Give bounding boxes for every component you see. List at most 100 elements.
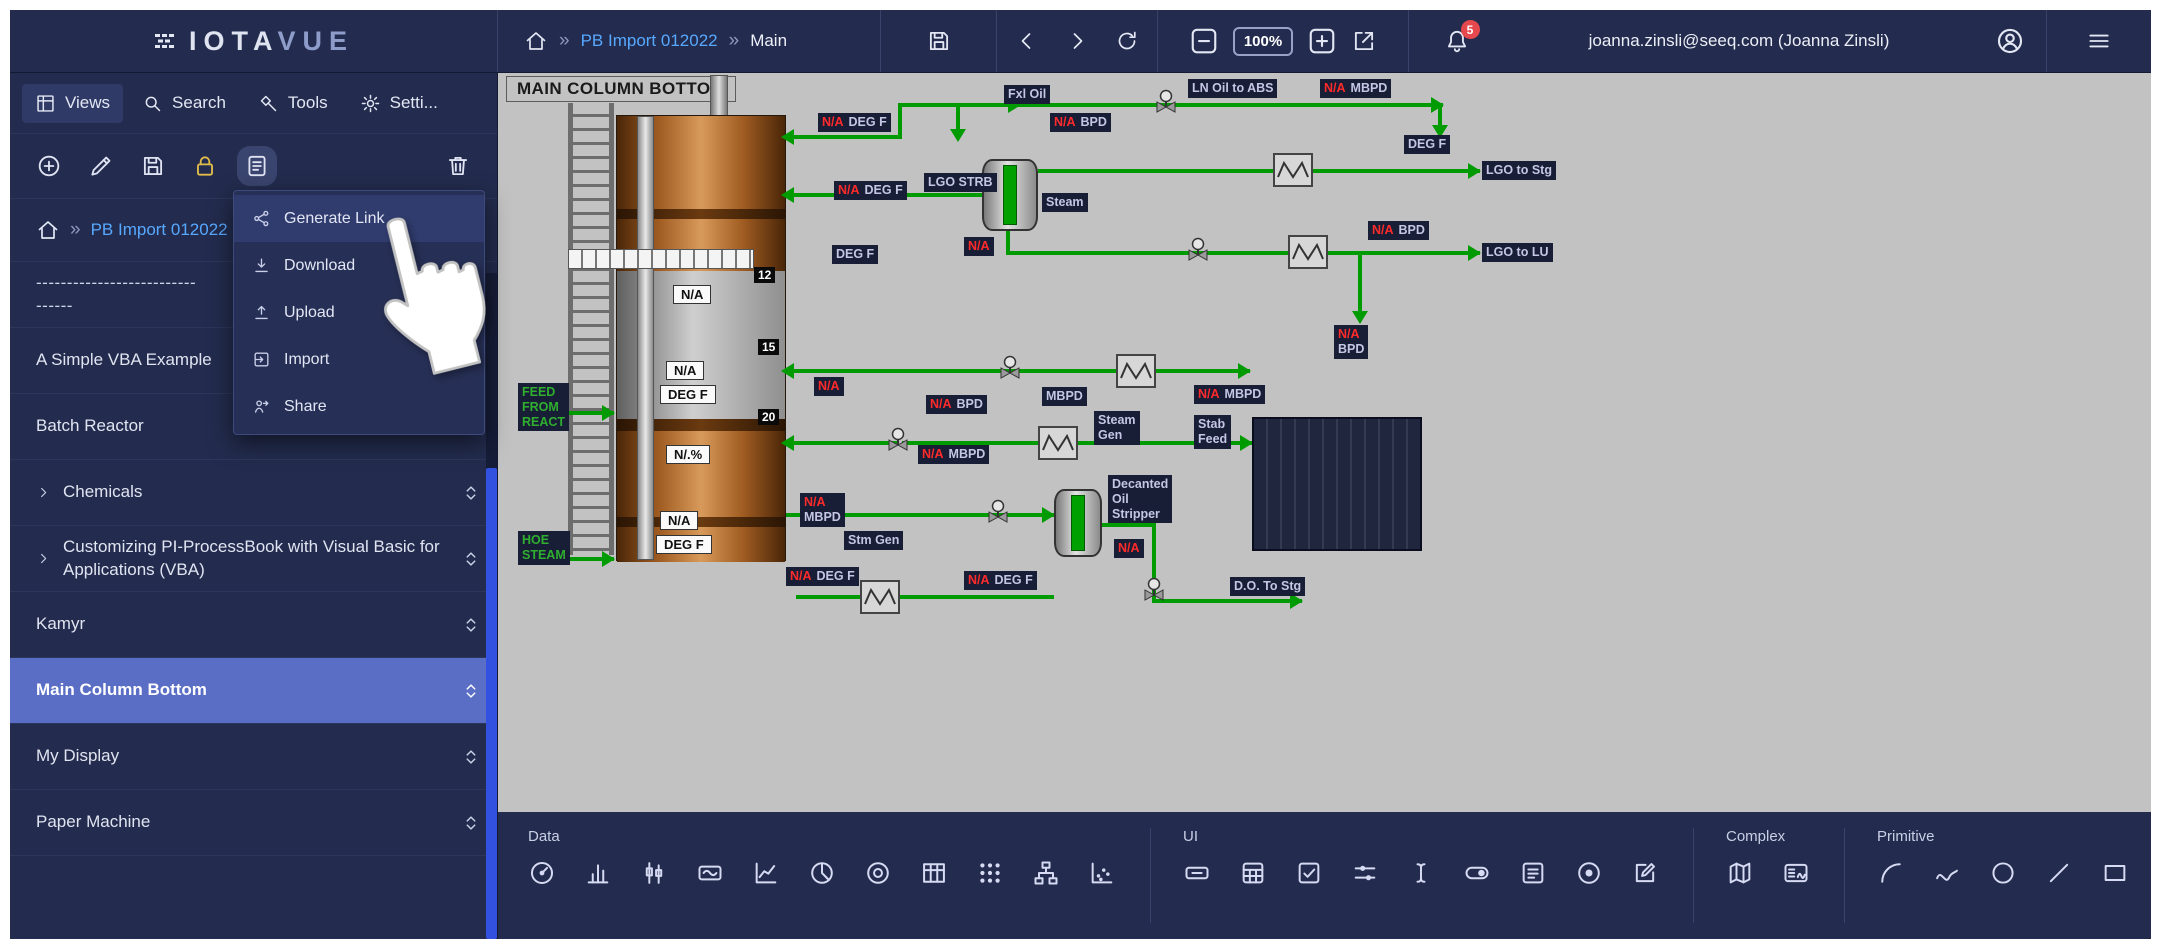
diagram-label[interactable]: N/ADEG F xyxy=(786,567,859,586)
sidebar-item[interactable]: Paper Machine xyxy=(10,790,497,856)
heat-exchanger[interactable] xyxy=(1273,153,1313,187)
valve-icon[interactable] xyxy=(885,427,911,453)
diagram-label[interactable]: LGO STRB xyxy=(924,173,997,192)
list-box-icon[interactable] xyxy=(1519,859,1547,887)
numpad-icon[interactable] xyxy=(1239,859,1267,887)
home-icon[interactable] xyxy=(524,29,548,53)
valve-icon[interactable] xyxy=(997,355,1023,381)
lock-icon[interactable] xyxy=(192,153,218,179)
checkbox-icon[interactable] xyxy=(1295,859,1323,887)
diagram-label[interactable]: StabFeed xyxy=(1194,415,1231,449)
diagram-label[interactable]: N/A xyxy=(1114,539,1144,558)
diagram-label[interactable]: N/ABPD xyxy=(1368,221,1429,240)
sqc-icon[interactable] xyxy=(1782,859,1810,887)
menu-item-share[interactable]: Share xyxy=(234,383,484,430)
map-icon[interactable] xyxy=(1726,859,1754,887)
bell-button[interactable]: 5 xyxy=(1444,28,1470,54)
diagram-label[interactable]: N/AMBPD xyxy=(1320,79,1391,98)
breadcrumb-project[interactable]: PB Import 012022 xyxy=(581,31,718,51)
open-external-icon[interactable] xyxy=(1351,28,1377,54)
diagram-label[interactable]: N/ADEG F xyxy=(964,571,1037,590)
valve-icon[interactable] xyxy=(1141,577,1167,603)
distillation-column[interactable] xyxy=(616,115,786,561)
diagram-label[interactable]: FEEDFROMREACT xyxy=(518,383,569,431)
save-icon[interactable] xyxy=(140,153,166,179)
tab-settings[interactable]: Setti... xyxy=(347,84,451,123)
sort-icon[interactable] xyxy=(461,679,481,703)
tab-views[interactable]: Views xyxy=(22,84,123,123)
save-icon[interactable] xyxy=(926,28,952,54)
radio-icon[interactable] xyxy=(1575,859,1603,887)
vessel[interactable] xyxy=(1054,489,1102,557)
diagram-label[interactable]: LN Oil to ABS xyxy=(1188,79,1277,98)
sidebar-item[interactable]: My Display xyxy=(10,724,497,790)
heat-exchanger[interactable] xyxy=(1038,426,1078,460)
sort-icon[interactable] xyxy=(461,745,481,769)
diagram-label[interactable]: SteamGen xyxy=(1094,411,1140,445)
diagram-label[interactable]: N/A xyxy=(814,377,844,396)
valve-icon[interactable] xyxy=(1153,89,1179,115)
sidebar-item[interactable]: Main Column Bottom xyxy=(10,658,497,724)
pie-icon[interactable] xyxy=(808,859,836,887)
valve-icon[interactable] xyxy=(985,499,1011,525)
zoom-in-icon[interactable] xyxy=(1307,26,1337,56)
value-box[interactable]: N/.% xyxy=(666,445,710,464)
heat-exchanger[interactable] xyxy=(1116,354,1156,388)
hamburger-menu-icon[interactable] xyxy=(2086,28,2112,54)
diagram-label[interactable]: Steam xyxy=(1042,193,1088,212)
ellipse-icon[interactable] xyxy=(1989,859,2017,887)
sort-icon[interactable] xyxy=(461,547,481,571)
add-circle-icon[interactable] xyxy=(36,153,62,179)
diagram-label[interactable]: HOESTEAM xyxy=(518,531,570,565)
heat-exchanger[interactable] xyxy=(1288,235,1328,269)
diagram-label[interactable]: N/ABPD xyxy=(1050,113,1111,132)
expand-icon[interactable] xyxy=(36,551,51,566)
donut-icon[interactable] xyxy=(864,859,892,887)
display-canvas[interactable]: MAIN COLUMN BOTTOM N xyxy=(498,73,2151,812)
sidebar-item[interactable]: Chemicals xyxy=(10,460,497,526)
heatmap-icon[interactable] xyxy=(976,859,1004,887)
trend-icon[interactable] xyxy=(752,859,780,887)
diagram-label[interactable]: N/ABPD xyxy=(926,395,987,414)
value-box[interactable]: DEG F xyxy=(660,385,716,404)
diagram-label[interactable]: DEG F xyxy=(1404,135,1450,154)
account-icon[interactable] xyxy=(1995,26,2025,56)
button-icon[interactable] xyxy=(1183,859,1211,887)
spark-box-icon[interactable] xyxy=(696,859,724,887)
expand-icon[interactable] xyxy=(36,485,51,500)
diagram-label[interactable]: D.O. To Stg xyxy=(1230,577,1305,596)
form-icon[interactable] xyxy=(244,153,270,179)
tab-tools[interactable]: Tools xyxy=(245,84,341,123)
diagram-label[interactable]: N/ADEG F xyxy=(818,113,891,132)
edit-box-icon[interactable] xyxy=(1631,859,1659,887)
forward-icon[interactable] xyxy=(1065,29,1089,53)
diagram-label[interactable]: N/ABPD xyxy=(1334,325,1368,359)
slider-icon[interactable] xyxy=(1351,859,1379,887)
diagram-label[interactable]: N/AMBPD xyxy=(918,445,989,464)
scatter-icon[interactable] xyxy=(1088,859,1116,887)
sidebar-breadcrumb-project[interactable]: PB Import 012022 xyxy=(91,220,228,240)
toggle-icon[interactable] xyxy=(1463,859,1491,887)
diagram-label[interactable]: Stm Gen xyxy=(844,531,903,550)
line-icon[interactable] xyxy=(2045,859,2073,887)
pencil-icon[interactable] xyxy=(88,153,114,179)
diagram-label[interactable]: N/AMBPD xyxy=(800,493,845,527)
diagram-label[interactable]: N/AMBPD xyxy=(1194,385,1265,404)
storage-tank[interactable] xyxy=(1252,417,1422,551)
diagram-label[interactable]: MBPD xyxy=(1042,387,1087,406)
diagram-label[interactable]: N/A xyxy=(964,237,994,256)
diagram-label[interactable]: Fxl Oil xyxy=(1004,85,1050,104)
scrollbar-thumb[interactable] xyxy=(486,468,497,939)
text-cursor-icon[interactable] xyxy=(1407,859,1435,887)
data-table-icon[interactable] xyxy=(920,859,948,887)
heat-exchanger[interactable] xyxy=(860,580,900,614)
sort-icon[interactable] xyxy=(461,481,481,505)
tab-search[interactable]: Search xyxy=(129,84,239,123)
back-icon[interactable] xyxy=(1015,29,1039,53)
valve-icon[interactable] xyxy=(1185,237,1211,263)
rect-icon[interactable] xyxy=(2101,859,2129,887)
value-box[interactable]: N/A xyxy=(673,285,711,304)
zoom-out-icon[interactable] xyxy=(1189,26,1219,56)
diagram-label[interactable]: LGO to LU xyxy=(1482,243,1553,262)
diagram-label[interactable]: LGO to Stg xyxy=(1482,161,1556,180)
